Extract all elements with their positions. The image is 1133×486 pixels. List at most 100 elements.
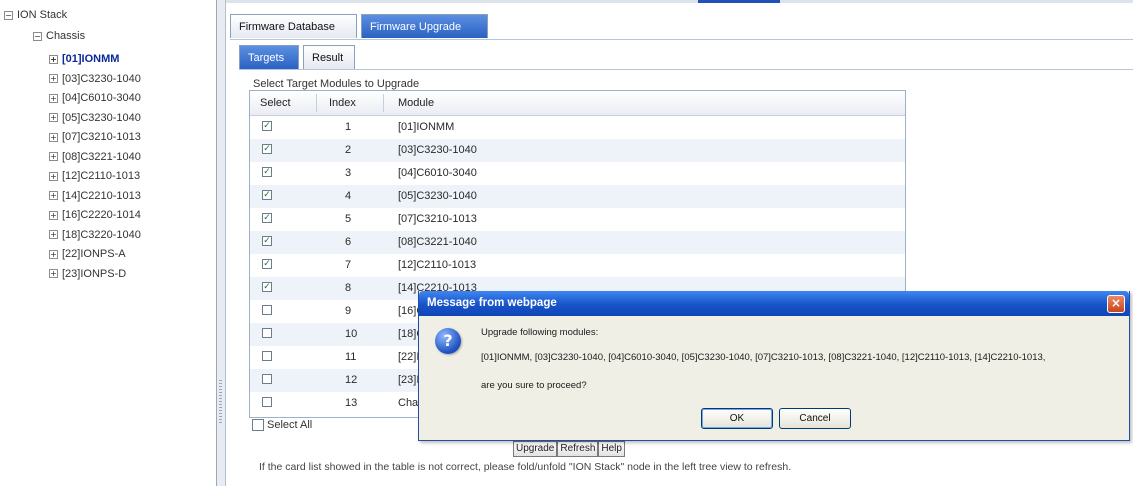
row-checkbox[interactable]	[262, 305, 272, 315]
row-checkbox[interactable]: ✓	[262, 167, 272, 177]
row-index: 2	[345, 144, 352, 156]
select-all-label: Select All	[267, 419, 313, 431]
row-index: 3	[345, 167, 352, 179]
row-checkbox[interactable]	[262, 351, 272, 361]
table-row[interactable]: ✓ 3 [04]C6010-3040	[250, 162, 905, 185]
expand-icon[interactable]: +	[49, 171, 58, 181]
tab-result[interactable]: Result	[303, 45, 355, 69]
expand-icon[interactable]: +	[49, 132, 58, 142]
tree-item-label: [22]IONPS-A	[62, 248, 126, 260]
table-row[interactable]: ✓ 1 [01]IONMM	[250, 116, 905, 139]
tree-item-label: [18]C3220-1040	[62, 228, 141, 241]
tree-item-label: [16]C2220-1014	[62, 209, 141, 221]
top-accent	[698, 0, 780, 3]
collapse-icon[interactable]: −	[33, 31, 42, 41]
cancel-button[interactable]: Cancel	[779, 408, 851, 429]
row-index: 9	[345, 305, 352, 317]
col-module[interactable]: Module	[398, 91, 434, 115]
dialog-message-line2: [01]IONMM, [03]C3230-1040, [04]C6010-304…	[481, 352, 1046, 363]
table-row[interactable]: ✓ 2 [03]C3230-1040	[250, 139, 905, 162]
row-module: [05]C3230-1040	[398, 190, 477, 202]
row-module: [08]C3221-1040	[398, 236, 477, 248]
expand-icon[interactable]: +	[49, 191, 58, 200]
close-icon[interactable]: ×	[1107, 295, 1125, 313]
table-row[interactable]: ✓ 7 [12]C2110-1013	[250, 254, 905, 277]
tree-item-label: [08]C3221-1040	[62, 150, 141, 163]
row-checkbox[interactable]	[262, 328, 272, 338]
upgrade-button[interactable]: Upgrade	[513, 441, 558, 457]
tree-item[interactable]: + [04]C6010-3040	[49, 92, 141, 104]
tab-firmware-upgrade[interactable]: Firmware Upgrade	[361, 14, 488, 38]
tab-targets[interactable]: Targets	[239, 45, 299, 69]
select-all[interactable]: Select All	[252, 419, 312, 431]
row-checkbox[interactable]: ✓	[262, 190, 272, 200]
tree-item-label: [05]C3230-1040	[62, 111, 141, 124]
tree-item[interactable]: + [07]C3210-1013	[49, 131, 141, 143]
tree-item[interactable]: + [08]C3221-1040	[49, 151, 141, 163]
tree-chassis-label: Chassis	[46, 30, 86, 42]
splitter-grip[interactable]	[219, 380, 222, 424]
dialog-message-line3: are you sure to proceed?	[481, 380, 587, 391]
col-divider	[383, 94, 384, 112]
expand-icon[interactable]: +	[49, 269, 58, 278]
expand-icon[interactable]: +	[49, 113, 58, 122]
splitter[interactable]	[217, 0, 226, 486]
collapse-icon[interactable]: −	[4, 10, 13, 20]
row-checkbox[interactable]	[262, 374, 272, 384]
tree-item-label: [01]IONMM	[62, 53, 120, 65]
row-index: 8	[345, 282, 352, 294]
tree-chassis[interactable]: − Chassis	[33, 30, 85, 42]
tree-item[interactable]: + [05]C3230-1040	[49, 112, 141, 124]
select-all-checkbox[interactable]	[252, 419, 264, 431]
row-module: [03]C3230-1040	[398, 144, 477, 156]
tree-item[interactable]: + [01]IONMM	[49, 53, 119, 65]
tree-item[interactable]: + [18]C3220-1040	[49, 229, 141, 241]
tree-item[interactable]: + [03]C3230-1040	[49, 73, 141, 85]
row-index: 4	[345, 190, 352, 202]
table-row[interactable]: ✓ 4 [05]C3230-1040	[250, 185, 905, 208]
top-border	[226, 0, 1133, 3]
tree-item[interactable]: + [16]C2220-1014	[49, 209, 141, 221]
row-index: 11	[345, 351, 357, 363]
tree-item[interactable]: + [14]C2210-1013	[49, 190, 141, 202]
row-index: 1	[345, 121, 352, 133]
refresh-button[interactable]: Refresh	[557, 441, 599, 457]
expand-icon[interactable]: +	[49, 152, 58, 161]
row-checkbox[interactable]: ✓	[262, 121, 272, 131]
tree-item[interactable]: + [22]IONPS-A	[49, 248, 126, 260]
panel-title: Select Target Modules to Upgrade	[253, 78, 420, 90]
row-checkbox[interactable]: ✓	[262, 144, 272, 154]
help-button[interactable]: Help	[598, 441, 625, 457]
tree-item[interactable]: + [12]C2110-1013	[49, 170, 140, 182]
row-checkbox[interactable]	[262, 397, 272, 407]
tab-firmware-database[interactable]: Firmware Database	[230, 14, 357, 38]
expand-icon[interactable]: +	[49, 230, 58, 239]
row-module: [04]C6010-3040	[398, 167, 477, 179]
row-checkbox[interactable]: ✓	[262, 236, 272, 246]
tree-panel: − ION Stack − Chassis + [01]IONMM + [03]C32…	[0, 0, 217, 486]
col-index[interactable]: Index	[329, 91, 356, 115]
row-checkbox[interactable]: ✓	[262, 282, 272, 292]
expand-icon[interactable]: +	[49, 54, 58, 64]
expand-icon[interactable]: +	[49, 249, 58, 259]
row-checkbox[interactable]: ✓	[262, 259, 272, 269]
expand-icon[interactable]: +	[49, 74, 58, 83]
expand-icon[interactable]: +	[49, 210, 58, 220]
table-row[interactable]: ✓ 5 [07]C3210-1013	[250, 208, 905, 231]
tree-item-label: [23]IONPS-D	[62, 267, 127, 280]
tree-item-label: [07]C3210-1013	[62, 131, 141, 143]
ok-button[interactable]: OK	[701, 408, 773, 429]
dialog-title[interactable]: Message from webpage	[419, 291, 1129, 316]
confirm-dialog: Message from webpage × ? Upgrade followi…	[418, 291, 1130, 441]
tree-root[interactable]: − ION Stack	[4, 9, 67, 21]
expand-icon[interactable]: +	[49, 93, 58, 103]
table-row[interactable]: ✓ 6 [08]C3221-1040	[250, 231, 905, 254]
col-divider	[316, 94, 317, 112]
table-header: Select Index Module	[250, 91, 905, 116]
col-select[interactable]: Select	[260, 91, 291, 115]
tree-item[interactable]: + [23]IONPS-D	[49, 268, 126, 280]
subtab-rule	[239, 69, 1133, 70]
row-index: 6	[345, 236, 352, 248]
row-checkbox[interactable]: ✓	[262, 213, 272, 223]
row-index: 5	[345, 213, 352, 225]
